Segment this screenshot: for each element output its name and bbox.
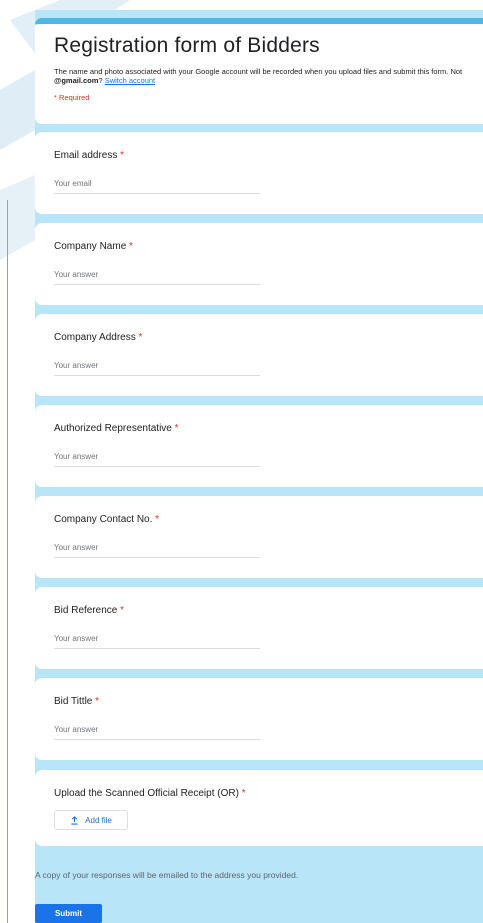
submit-button[interactable]: Submit bbox=[35, 904, 102, 923]
authorized-representative-input[interactable] bbox=[54, 452, 260, 467]
question-label: Company Address * bbox=[54, 332, 143, 343]
question-label: Bid Reference * bbox=[54, 605, 125, 616]
question-label: Company Contact No. * bbox=[54, 514, 160, 525]
company-name-input[interactable] bbox=[54, 270, 260, 285]
question-card-company-address: Company Address * bbox=[35, 314, 483, 396]
question-card-upload: Upload the Scanned Official Receipt (OR)… bbox=[35, 770, 483, 846]
bid-title-input[interactable] bbox=[54, 725, 260, 740]
question-card-email: Email address * bbox=[35, 132, 483, 214]
question-card-authorized-representative: Authorized Representative * bbox=[35, 405, 483, 487]
question-card-bid-title: Bid Tittle * bbox=[35, 678, 483, 760]
left-divider bbox=[7, 200, 8, 923]
switch-account-link[interactable]: Switch account bbox=[105, 76, 155, 85]
question-label: Company Name * bbox=[54, 241, 133, 252]
required-star: * bbox=[120, 150, 125, 161]
copy-note: A copy of your responses will be emailed… bbox=[35, 870, 299, 880]
contact-number-input[interactable] bbox=[54, 543, 260, 558]
bid-reference-input[interactable] bbox=[54, 634, 260, 649]
company-address-input[interactable] bbox=[54, 361, 260, 376]
required-star: * bbox=[174, 423, 179, 434]
question-label: Bid Tittle * bbox=[54, 696, 100, 707]
required-star: * bbox=[95, 696, 100, 707]
required-star: * bbox=[241, 788, 246, 799]
question-label: Upload the Scanned Official Receipt (OR)… bbox=[54, 788, 246, 799]
email-field[interactable] bbox=[54, 179, 260, 194]
required-star: * bbox=[120, 605, 125, 616]
question-card-company-name: Company Name * bbox=[35, 223, 483, 305]
question-card-contact-no: Company Contact No. * bbox=[35, 496, 483, 578]
add-file-label: Add file bbox=[85, 815, 112, 825]
add-file-button[interactable]: Add file bbox=[54, 810, 128, 830]
question-card-bid-reference: Bid Reference * bbox=[35, 587, 483, 669]
required-note: * Required bbox=[54, 93, 90, 102]
form-title: Registration form of Bidders bbox=[54, 34, 320, 57]
description-text-1: The name and photo associated with your … bbox=[54, 67, 463, 76]
form-description: The name and photo associated with your … bbox=[54, 67, 483, 85]
question-label: Authorized Representative * bbox=[54, 423, 179, 434]
required-star: * bbox=[138, 332, 143, 343]
required-star: * bbox=[155, 514, 160, 525]
question-label: Email address * bbox=[54, 150, 125, 161]
form-header-card: Registration form of Bidders The name an… bbox=[35, 18, 483, 124]
required-star: * bbox=[129, 241, 133, 252]
account-email: @gmail.com bbox=[54, 76, 99, 85]
upload-icon bbox=[71, 815, 78, 825]
